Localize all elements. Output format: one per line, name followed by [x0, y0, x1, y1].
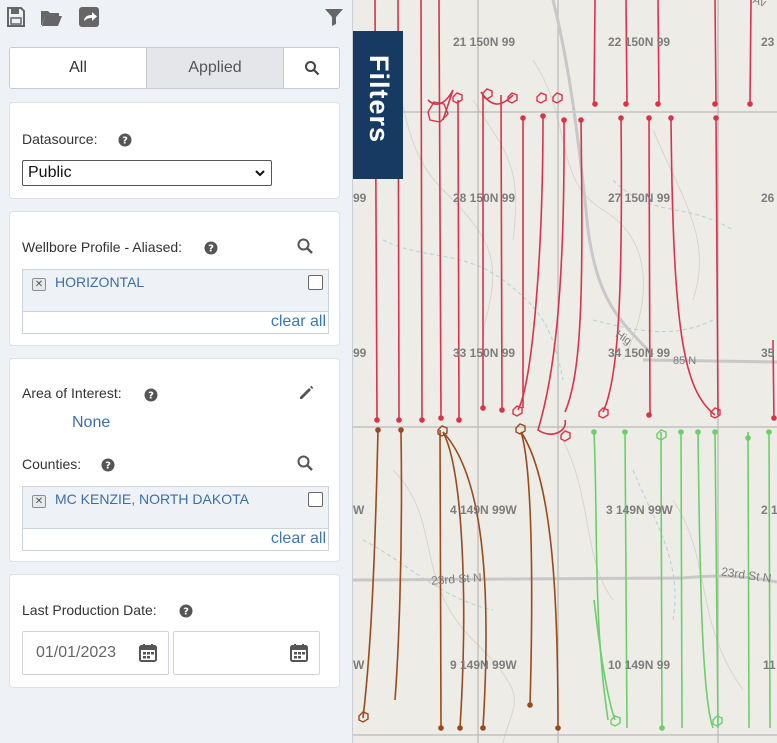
section-label: 26 — [761, 191, 775, 205]
tag-checkbox[interactable] — [308, 492, 323, 507]
datasource-value: Public — [28, 164, 72, 181]
svg-text:?: ? — [148, 391, 154, 402]
wellbore-profile-tagbox: ✕ HORIZONTAL clear all — [22, 269, 329, 334]
wellbore-profile-label: Wellbore Profile - Aliased: — [22, 239, 183, 255]
section-label: 34 150N 99 — [608, 346, 671, 360]
datasource-select[interactable]: Public — [22, 160, 272, 186]
toolbar — [0, 0, 353, 34]
section-label: 21 150N 99 — [453, 35, 516, 49]
section-label: 99 — [353, 346, 367, 360]
last-production-card: Last Production Date: ? 01/01/2023 — [9, 574, 340, 688]
section-label: 28 150N 99 — [453, 191, 516, 205]
help-icon[interactable]: ? — [118, 133, 132, 147]
section-label: 11 — [763, 658, 776, 672]
filter-icon[interactable] — [322, 5, 346, 29]
section-label: 23 — [761, 35, 775, 49]
section-label: 99 — [353, 191, 367, 205]
datasource-card: Datasource: ? Public — [9, 102, 340, 199]
map-view[interactable]: 21 150N 99 22 150N 99 23 28 150N 99 27 1… — [353, 0, 777, 743]
tag-remove-icon[interactable]: ✕ — [32, 278, 46, 291]
help-icon[interactable]: ? — [179, 604, 193, 618]
folder-open-icon[interactable] — [39, 5, 63, 29]
datasource-label: Datasource: — [22, 131, 98, 147]
tab-all[interactable]: All — [10, 48, 147, 88]
calendar-icon[interactable] — [138, 643, 158, 663]
svg-text:?: ? — [105, 461, 111, 472]
section-label: 10 149N 99 — [608, 658, 671, 672]
road-label: 85 N — [673, 355, 697, 367]
filter-panel: All Applied Datasource: ? Public Wellbor… — [0, 0, 353, 743]
tag-remove-icon[interactable]: ✕ — [32, 495, 46, 508]
area-of-interest-value: None — [72, 414, 111, 431]
save-icon[interactable] — [4, 5, 28, 29]
help-icon[interactable]: ? — [101, 458, 115, 472]
section-label: 27 150N 99 — [608, 191, 671, 205]
area-of-interest-label: Area of Interest: — [22, 385, 122, 401]
help-icon[interactable]: ? — [144, 388, 158, 402]
filters-toggle-tab[interactable]: Filters — [353, 31, 403, 179]
counties-tagbox: ✕ MC KENZIE, NORTH DAKOTA clear all — [22, 486, 329, 551]
pencil-icon[interactable] — [297, 384, 315, 402]
svg-text:?: ? — [122, 136, 128, 147]
section-label: 9 149N 99W — [450, 658, 517, 672]
tag-checkbox[interactable] — [308, 275, 323, 290]
date-from-value: 01/01/2023 — [36, 644, 117, 661]
counties-label: Counties: — [22, 456, 82, 472]
filter-tabs: All Applied — [9, 47, 340, 89]
section-label: 22 150N 99 — [608, 35, 671, 49]
clear-all-link[interactable]: clear all — [271, 313, 326, 331]
section-label: 3 149N 99W — [606, 503, 673, 517]
help-icon[interactable]: ? — [204, 241, 218, 255]
search-icon[interactable] — [296, 237, 314, 255]
search-icon[interactable] — [296, 454, 314, 472]
counties-tag: MC KENZIE, NORTH DAKOTA — [55, 491, 249, 507]
section-label: 4 149N 99W — [450, 503, 517, 517]
wellbore-profile-card: Wellbore Profile - Aliased: ? ✕ HORIZONT… — [9, 211, 340, 346]
clear-row: clear all — [23, 528, 328, 550]
date-from-input[interactable]: 01/01/2023 — [22, 631, 169, 675]
filters-tab-label: Filters — [364, 55, 394, 144]
wellbore-profile-tag: HORIZONTAL — [55, 274, 145, 290]
tab-search[interactable] — [284, 48, 339, 88]
share-icon[interactable] — [77, 5, 101, 29]
svg-text:?: ? — [208, 244, 214, 255]
area-counties-card: Area of Interest: ? None Counties: ? ✕ M… — [9, 358, 340, 562]
section-label: 2 1 — [761, 503, 777, 517]
section-label: W — [353, 503, 365, 517]
section-label: 35 — [761, 346, 775, 360]
date-to-input[interactable] — [173, 631, 320, 675]
clear-all-link[interactable]: clear all — [271, 530, 326, 548]
chevron-down-icon — [255, 170, 265, 177]
tab-applied[interactable]: Applied — [147, 48, 284, 88]
section-label: W — [353, 658, 365, 672]
svg-text:?: ? — [183, 607, 189, 618]
last-production-label: Last Production Date: — [22, 602, 157, 618]
clear-row: clear all — [23, 311, 328, 333]
search-icon — [304, 61, 319, 76]
map-canvas[interactable] — [353, 0, 777, 743]
calendar-icon[interactable] — [289, 643, 309, 663]
section-label: 33 150N 99 — [453, 346, 516, 360]
